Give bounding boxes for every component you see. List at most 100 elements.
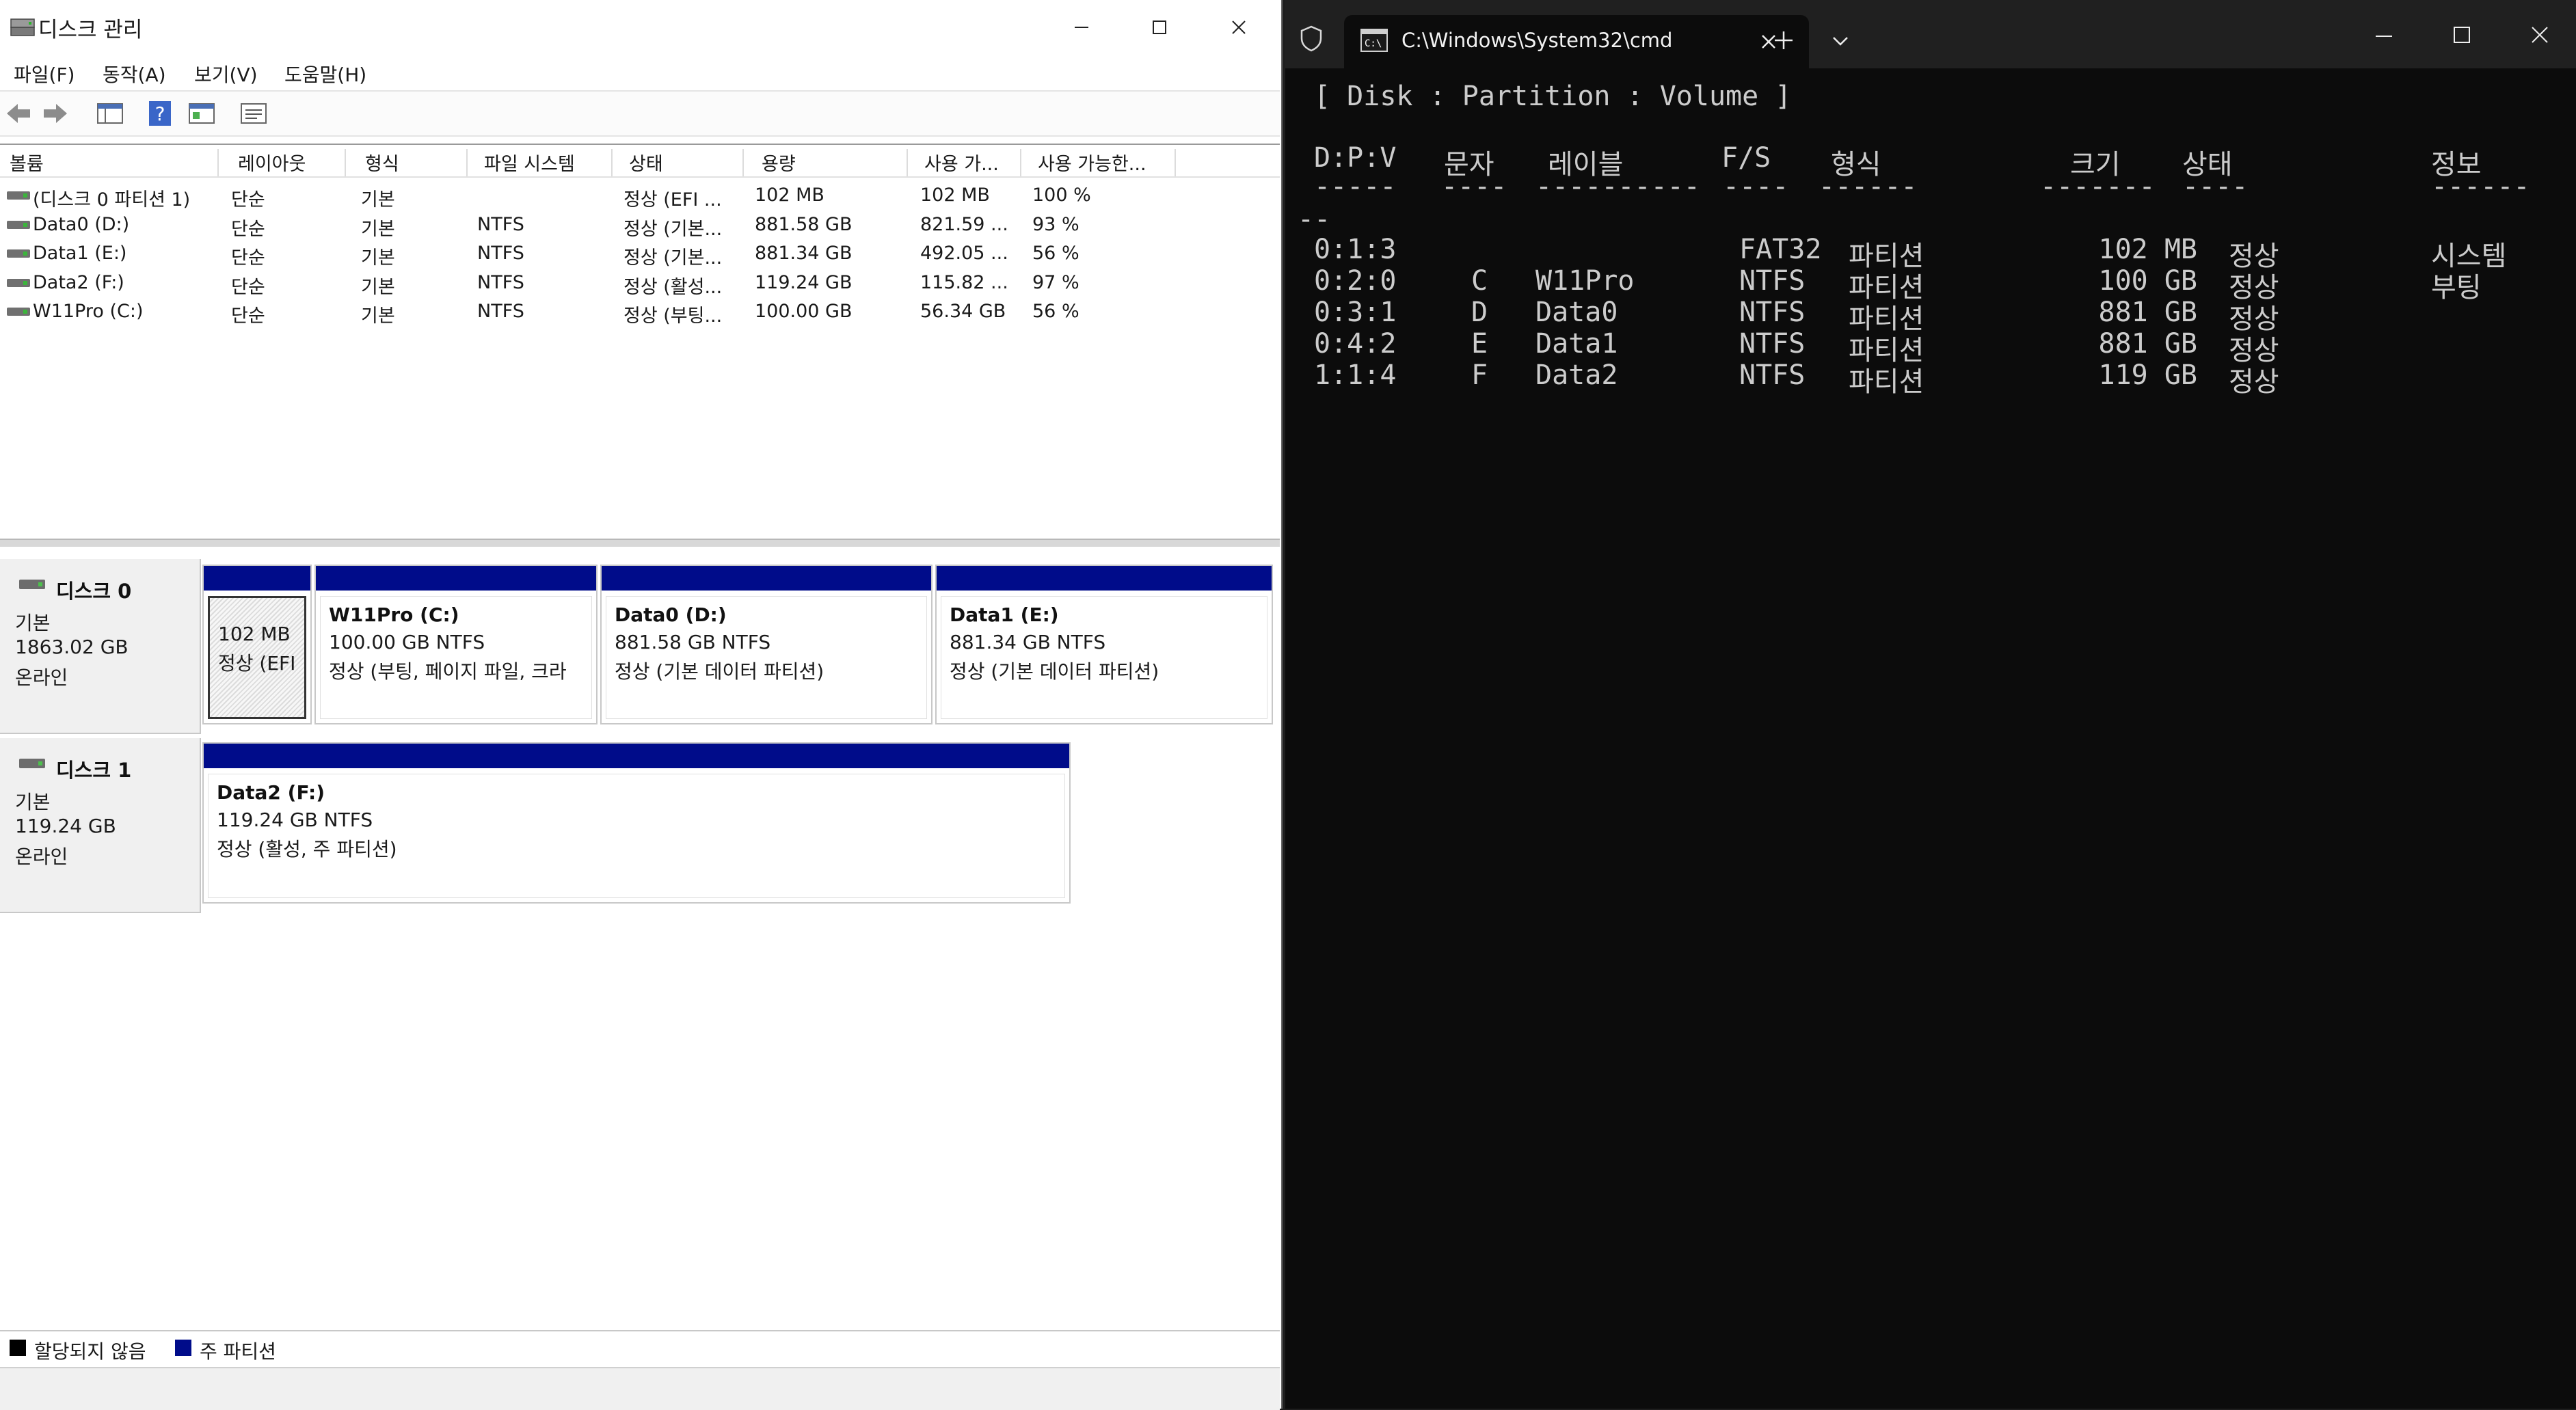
partition-size: 119.24 GB NTFS: [217, 809, 373, 831]
terminal-tab-bar[interactable]: C:\ C:\Windows\System32\cmd: [1285, 0, 2576, 68]
back-arrow-icon[interactable]: [4, 100, 33, 127]
disk-management-app-icon: [10, 18, 35, 36]
terminal-cell-fs: FAT32: [1739, 234, 1822, 265]
partition-d[interactable]: Data0 (D:) 881.58 GB NTFS 정상 (기본 데이터 파티션…: [600, 565, 933, 724]
terminal-cell-dpv: 1:1:4: [1314, 360, 1397, 391]
minimize-icon[interactable]: [2374, 26, 2394, 46]
menu-view[interactable]: 보기(V): [194, 60, 258, 87]
volume-cell-capacity: 100.00 GB: [755, 301, 853, 322]
pane-splitter[interactable]: [0, 539, 1280, 547]
volume-cell-name: Data0 (D:): [33, 213, 130, 235]
volume-cell-pct: 56 %: [1032, 243, 1079, 264]
partition-e[interactable]: Data1 (E:) 881.34 GB NTFS 정상 (기본 데이터 파티션…: [935, 565, 1273, 724]
terminal-dash-separator: -------: [2040, 171, 2156, 202]
terminal-column-header: F/S: [1721, 142, 1771, 174]
minimize-button[interactable]: [1043, 0, 1120, 55]
disk-name: 디스크 1: [56, 759, 132, 782]
partition-efi[interactable]: 102 MB 정상 (EFI: [202, 565, 312, 724]
terminal-cell-size: 119 GB: [2098, 360, 2198, 391]
column-header-percent-free[interactable]: 사용 가능한...: [1021, 149, 1176, 176]
column-header-capacity[interactable]: 용량: [744, 149, 908, 176]
menu-file[interactable]: 파일(F): [14, 60, 75, 87]
title-bar[interactable]: 디스크 관리: [0, 0, 1281, 55]
column-header-layout[interactable]: 레이아웃: [219, 149, 346, 176]
volume-cell-name: Data1 (E:): [33, 243, 127, 264]
partition-bar: [204, 744, 1069, 768]
close-button[interactable]: [1200, 0, 1277, 55]
disk-0-label[interactable]: 디스크 0 기본 1863.02 GB 온라인: [0, 559, 201, 734]
volume-cell-name: Data2 (F:): [33, 271, 124, 293]
forward-arrow-icon[interactable]: [41, 100, 70, 127]
terminal-cell-fs: NTFS: [1739, 328, 1806, 360]
shield-icon: [1300, 25, 1322, 52]
terminal-cell-label: Data1: [1535, 328, 1618, 360]
partition-c[interactable]: W11Pro (C:) 100.00 GB NTFS 정상 (부팅, 페이지 파…: [314, 565, 598, 724]
window-title: 디스크 관리: [38, 18, 143, 42]
terminal-cell-fs: NTFS: [1739, 360, 1806, 391]
disk-kind: 기본: [15, 612, 51, 634]
column-header-volume[interactable]: 볼륨: [0, 149, 219, 176]
volume-cell-layout: 단순: [231, 189, 265, 211]
terminal-window: C:\ C:\Windows\System32\cmd [ Disk : Par…: [1285, 0, 2576, 1409]
volume-cell-status: 정상 (부팅...: [623, 306, 723, 327]
terminal-dash-separator: ----: [1723, 171, 1789, 202]
tab-cmd[interactable]: C:\ C:\Windows\System32\cmd: [1344, 15, 1809, 68]
volume-cell-type: 기본: [361, 189, 395, 211]
terminal-cell-letter: E: [1471, 328, 1488, 360]
volume-cell-pct: 100 %: [1032, 185, 1091, 206]
volume-cell-fs: NTFS: [477, 301, 524, 322]
settings-list-icon[interactable]: [239, 100, 268, 127]
volume-icon: [7, 308, 30, 316]
terminal-cell-size: 881 GB: [2098, 297, 2198, 328]
volume-icon: [7, 278, 30, 287]
volume-cell-type: 기본: [361, 276, 395, 298]
volume-row[interactable]: W11Pro (C:) 단순 기본 NTFS 정상 (부팅... 100.00 GB 56.…: [0, 298, 1280, 327]
menu-action[interactable]: 동작(A): [103, 60, 166, 87]
maximize-icon[interactable]: [2452, 25, 2472, 45]
terminal-header-line: [ Disk : Partition : Volume ]: [1314, 81, 1792, 112]
volume-cell-status: 정상 (EFI ...: [623, 189, 722, 211]
volume-cell-capacity: 881.34 GB: [755, 243, 853, 264]
disk-kind: 기본: [15, 791, 51, 813]
disk-management-window: 디스크 관리 파일(F) 동작(A) 보기(V) 도움말(H) ? 볼륨 레이아…: [0, 0, 1283, 1410]
partition-size: 881.34 GB NTFS: [950, 631, 1106, 653]
terminal-dash-separator: ----: [1441, 171, 1507, 202]
disk-1-label[interactable]: 디스크 1 기본 119.24 GB 온라인: [0, 738, 201, 913]
terminal-cell-dpv: 0:1:3: [1314, 234, 1397, 265]
volume-cell-status: 정상 (활성...: [623, 276, 723, 298]
terminal-cell-label: Data0: [1535, 297, 1618, 328]
column-header-free-space[interactable]: 사용 가...: [908, 149, 1021, 176]
help-icon[interactable]: ?: [146, 100, 175, 127]
terminal-cell-info: 부팅: [2431, 272, 2482, 303]
column-header-filesystem[interactable]: 파일 시스템: [468, 149, 613, 176]
volume-icon: [7, 249, 30, 258]
volume-cell-free: 821.59 ...: [920, 213, 1008, 235]
volume-cell-type: 기본: [361, 247, 395, 269]
menu-help[interactable]: 도움말(H): [284, 60, 366, 87]
terminal-cell-dpv: 0:3:1: [1314, 297, 1397, 328]
partition-f[interactable]: Data2 (F:) 119.24 GB NTFS 정상 (활성, 주 파티션): [202, 742, 1071, 904]
maximize-button[interactable]: [1121, 0, 1198, 55]
close-icon[interactable]: [2530, 25, 2550, 45]
partition-body: Data1 (E:) 881.34 GB NTFS 정상 (기본 데이터 파티션…: [941, 596, 1267, 719]
partition-size: 102 MB: [218, 623, 291, 645]
volume-row[interactable]: Data0 (D:) 단순 기본 NTFS 정상 (기본... 881.58 GB 821.…: [0, 211, 1280, 240]
volume-row[interactable]: (디스크 0 파티션 1) 단순 기본 정상 (EFI ... 102 MB 102 MB…: [0, 182, 1280, 211]
partition-bar: [602, 566, 931, 591]
chevron-down-icon[interactable]: [1831, 33, 1850, 49]
volume-cell-fs: NTFS: [477, 243, 524, 264]
properties-pane-icon[interactable]: [187, 100, 216, 127]
column-header-type[interactable]: 형식: [346, 149, 468, 176]
column-header-status[interactable]: 상태: [613, 149, 744, 176]
disk-size: 1863.02 GB: [15, 636, 129, 658]
volume-row[interactable]: Data1 (E:) 단순 기본 NTFS 정상 (기본... 881.34 GB 492.…: [0, 240, 1280, 269]
volume-cell-status: 정상 (기본...: [623, 247, 723, 269]
console-tree-icon[interactable]: [96, 100, 124, 127]
volume-cell-capacity: 881.58 GB: [755, 213, 853, 235]
volume-row[interactable]: Data2 (F:) 단순 기본 NTFS 정상 (활성... 119.24 GB 115.…: [0, 269, 1280, 298]
unallocated-swatch: [10, 1340, 26, 1356]
new-tab-icon[interactable]: [1773, 30, 1794, 51]
terminal-output[interactable]: [ Disk : Partition : Volume ] D:P:V 문자 레이블…: [1285, 68, 2576, 1409]
volume-cell-layout: 단순: [231, 276, 265, 298]
minimize-icon: [1075, 27, 1088, 28]
